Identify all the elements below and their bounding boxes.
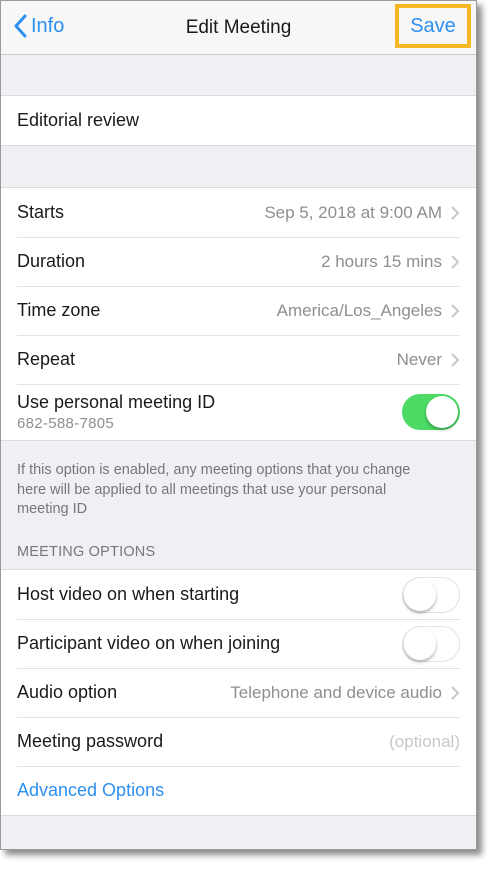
participant-video-toggle[interactable]	[402, 625, 460, 662]
repeat-row[interactable]: Repeat Never	[1, 335, 476, 384]
personal-meeting-id-toggle[interactable]	[402, 394, 460, 430]
host-video-row: Host video on when starting	[1, 570, 476, 619]
starts-row[interactable]: Starts Sep 5, 2018 at 9:00 AM	[1, 188, 476, 237]
audio-option-label: Audio option	[17, 682, 118, 702]
save-button[interactable]: Save	[395, 4, 471, 48]
meeting-options-section: Host video on when starting Participant …	[1, 569, 476, 816]
toggle-knob	[404, 627, 436, 660]
advanced-options-row[interactable]: Advanced Options	[1, 766, 476, 815]
chevron-right-icon	[451, 254, 460, 269]
schedule-section: Starts Sep 5, 2018 at 9:00 AM Duration 2…	[1, 187, 476, 441]
starts-value: Sep 5, 2018 at 9:00 AM	[264, 202, 442, 222]
personal-id-footnote: If this option is enabled, any meeting o…	[17, 462, 411, 517]
meeting-password-row[interactable]: Meeting password (optional)	[1, 717, 476, 766]
chevron-right-icon	[451, 205, 460, 220]
meeting-options-header: MEETING OPTIONS	[17, 544, 156, 560]
meeting-password-input[interactable]: (optional)	[389, 732, 460, 752]
duration-value: 2 hours 15 mins	[321, 251, 442, 271]
audio-option-value: Telephone and device audio	[230, 682, 442, 702]
advanced-options-link[interactable]: Advanced Options	[17, 780, 164, 801]
toggle-knob	[426, 396, 458, 428]
participant-video-row: Participant video on when joining	[1, 619, 476, 668]
chevron-right-icon	[451, 303, 460, 318]
audio-option-row[interactable]: Audio option Telephone and device audio	[1, 668, 476, 717]
toggle-knob	[404, 578, 436, 611]
repeat-value: Never	[396, 349, 442, 369]
duration-row[interactable]: Duration 2 hours 15 mins	[1, 237, 476, 286]
time-zone-label: Time zone	[17, 300, 101, 320]
topic-input[interactable]: Editorial review	[17, 110, 460, 131]
chevron-right-icon	[451, 352, 460, 367]
personal-meeting-id-value: 682-588-7805	[17, 415, 115, 432]
host-video-label: Host video on when starting	[17, 584, 240, 604]
topic-field[interactable]: Editorial review	[1, 96, 476, 145]
personal-meeting-id-row: Use personal meeting ID 682-588-7805	[1, 384, 476, 440]
phone-screen: Info Edit Meeting Save Editorial review …	[0, 0, 477, 850]
participant-video-label: Participant video on when joining	[17, 633, 281, 653]
time-zone-value: America/Los_Angeles	[276, 300, 442, 320]
topic-section: Editorial review	[1, 95, 476, 146]
starts-label: Starts	[17, 202, 65, 222]
personal-meeting-id-label: Use personal meeting ID	[17, 392, 216, 412]
repeat-label: Repeat	[17, 349, 76, 369]
duration-label: Duration	[17, 251, 86, 271]
navigation-bar: Info Edit Meeting Save	[1, 1, 476, 55]
meeting-password-label: Meeting password	[17, 731, 164, 751]
chevron-right-icon	[451, 685, 460, 700]
host-video-toggle[interactable]	[402, 576, 460, 613]
time-zone-row[interactable]: Time zone America/Los_Angeles	[1, 286, 476, 335]
